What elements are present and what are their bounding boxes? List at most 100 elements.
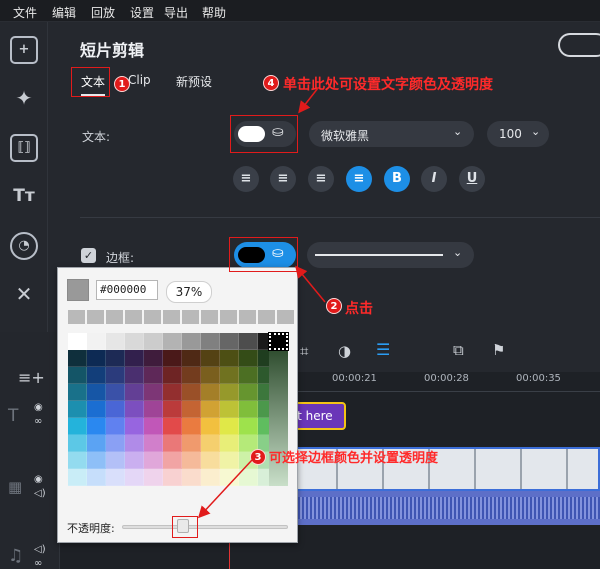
palette-swatch[interactable] — [87, 333, 106, 350]
magic-wand-icon[interactable]: ✦ — [10, 84, 38, 112]
palette-swatch[interactable] — [201, 418, 220, 435]
link-icon[interactable]: ∞ — [34, 416, 42, 427]
palette-swatch[interactable] — [163, 333, 182, 350]
palette-swatch[interactable] — [106, 401, 125, 418]
palette-swatch[interactable] — [201, 435, 220, 452]
palette-swatch[interactable] — [68, 367, 87, 384]
border-checkbox[interactable]: ✓ — [81, 248, 96, 263]
palette-swatch[interactable] — [220, 401, 239, 418]
menu-settings[interactable]: 设置 — [130, 4, 154, 21]
palette-swatch[interactable] — [125, 333, 144, 350]
recent-color-swatch[interactable] — [277, 310, 294, 324]
recent-color-swatch[interactable] — [239, 310, 256, 324]
palette-swatch[interactable] — [239, 350, 258, 367]
italic-icon[interactable]: I — [421, 166, 447, 192]
palette-swatch[interactable] — [201, 452, 220, 469]
color-adjust-icon[interactable]: ◑ — [338, 342, 351, 360]
palette-swatch[interactable] — [144, 333, 163, 350]
palette-swatch[interactable] — [125, 384, 144, 401]
recent-color-swatch[interactable] — [125, 310, 142, 324]
palette-swatch[interactable] — [182, 367, 201, 384]
recent-color-swatch[interactable] — [68, 310, 85, 324]
palette-swatch[interactable] — [239, 401, 258, 418]
palette-swatch[interactable] — [201, 401, 220, 418]
palette-swatch[interactable] — [87, 384, 106, 401]
palette-swatch[interactable] — [144, 401, 163, 418]
palette-swatch[interactable] — [125, 418, 144, 435]
palette-swatch[interactable] — [182, 469, 201, 486]
palette-swatch[interactable] — [68, 452, 87, 469]
menu-edit[interactable]: 编辑 — [52, 4, 76, 21]
palette-swatch[interactable] — [220, 350, 239, 367]
palette-swatch[interactable] — [239, 384, 258, 401]
palette-swatch[interactable] — [163, 384, 182, 401]
palette-swatch[interactable] — [163, 350, 182, 367]
palette-swatch[interactable] — [182, 452, 201, 469]
recent-color-swatch[interactable] — [87, 310, 104, 324]
speaker-icon[interactable]: ◁) — [34, 544, 46, 555]
palette-swatch[interactable] — [220, 418, 239, 435]
palette-swatch[interactable] — [182, 333, 201, 350]
palette-swatch[interactable] — [144, 435, 163, 452]
palette-swatch[interactable] — [239, 333, 258, 350]
overlay-icon[interactable]: ⧉ — [453, 341, 464, 359]
underline-icon[interactable]: U — [459, 166, 485, 192]
palette-swatch[interactable] — [201, 469, 220, 486]
palette-swatch[interactable] — [87, 435, 106, 452]
palette-swatch[interactable] — [220, 452, 239, 469]
palette-swatch[interactable] — [125, 452, 144, 469]
palette-swatch[interactable] — [182, 418, 201, 435]
recent-color-swatch[interactable] — [220, 310, 237, 324]
titles-icon[interactable]: Tт — [10, 182, 38, 210]
palette-swatch[interactable] — [87, 418, 106, 435]
font-select[interactable]: 微软雅黑 ⌄ — [309, 121, 474, 147]
tab-clip[interactable]: Clip — [128, 73, 151, 87]
palette-swatch[interactable] — [68, 435, 87, 452]
palette-swatch[interactable] — [163, 469, 182, 486]
palette-swatch[interactable] — [163, 401, 182, 418]
import-icon[interactable]: + — [10, 36, 38, 64]
add-track-icon[interactable]: ≡+ — [18, 368, 45, 387]
recent-color-swatch[interactable] — [258, 310, 275, 324]
palette-swatch[interactable] — [106, 435, 125, 452]
palette-swatch[interactable] — [106, 350, 125, 367]
palette-swatch[interactable] — [125, 435, 144, 452]
align-left-icon[interactable]: ≡ — [233, 166, 259, 192]
align-center-icon[interactable]: ≡ — [346, 166, 372, 192]
palette-swatch[interactable] — [220, 367, 239, 384]
sticker-icon[interactable]: ◔ — [10, 232, 38, 260]
palette-swatch[interactable] — [106, 384, 125, 401]
palette-swatch[interactable] — [106, 418, 125, 435]
palette-swatch[interactable] — [182, 401, 201, 418]
palette-swatch[interactable] — [144, 350, 163, 367]
recent-color-swatch[interactable] — [182, 310, 199, 324]
palette-swatch[interactable] — [106, 367, 125, 384]
palette-swatch[interactable] — [68, 384, 87, 401]
recent-color-swatch[interactable] — [144, 310, 161, 324]
menu-file[interactable]: 文件 — [13, 4, 37, 21]
audio-clip[interactable] — [290, 491, 600, 525]
palette-swatch[interactable] — [163, 418, 182, 435]
marker-flag-icon[interactable]: ⚑ — [492, 341, 505, 359]
tab-presets[interactable]: 新预设 — [176, 73, 212, 90]
crop-icon[interactable]: ⌗ — [300, 342, 308, 360]
border-style-select[interactable]: ⌄ — [307, 242, 474, 268]
palette-swatch[interactable] — [106, 333, 125, 350]
palette-swatch[interactable] — [68, 350, 87, 367]
palette-swatch[interactable] — [239, 367, 258, 384]
palette-swatch[interactable] — [106, 469, 125, 486]
palette-swatch[interactable] — [163, 452, 182, 469]
tools-icon[interactable]: ✕ — [10, 280, 38, 308]
palette-swatch[interactable] — [87, 401, 106, 418]
palette-swatch[interactable] — [144, 452, 163, 469]
palette-swatch[interactable] — [201, 367, 220, 384]
recent-color-swatch[interactable] — [163, 310, 180, 324]
link-icon[interactable]: ∞ — [34, 558, 42, 569]
palette-swatch[interactable] — [125, 367, 144, 384]
palette-swatch[interactable] — [220, 435, 239, 452]
palette-swatch[interactable] — [239, 469, 258, 486]
palette-swatch[interactable] — [68, 333, 87, 350]
recent-color-swatch[interactable] — [106, 310, 123, 324]
speaker-icon[interactable]: ◁) — [34, 488, 46, 499]
palette-swatch[interactable] — [201, 350, 220, 367]
